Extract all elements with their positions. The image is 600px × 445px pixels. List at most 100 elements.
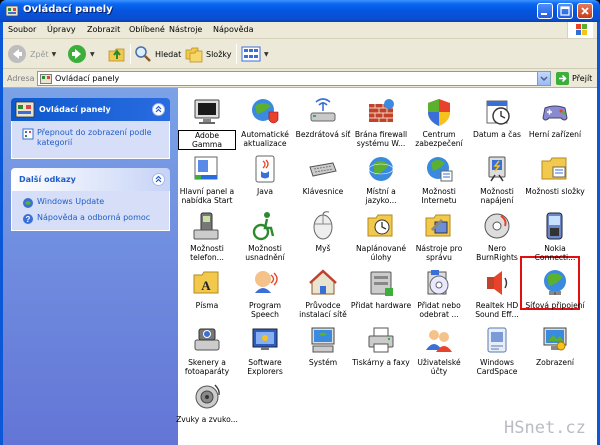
software-explorers-icon (249, 324, 281, 356)
control-panel-item[interactable]: Klávesnice (294, 153, 352, 211)
title-bar[interactable]: Ovládací panely (0, 0, 600, 22)
search-icon (135, 46, 151, 62)
control-panel-item[interactable]: Místní a jazyko... (352, 153, 410, 211)
search-button[interactable]: Hledat (134, 43, 181, 65)
control-panel-item-label: Možnosti usnadnění (245, 244, 285, 262)
control-panel-item[interactable]: Nástroje pro správu (410, 210, 468, 268)
control-panel-item-label: Síťová připojení (525, 301, 585, 310)
control-panel-item[interactable]: A Písma (178, 267, 236, 325)
control-panel-item-label: Myš (315, 244, 331, 253)
minimize-button[interactable] (537, 3, 553, 19)
up-folder-button[interactable] (107, 43, 127, 65)
double-chevron-up-icon (155, 105, 162, 113)
control-panel-item-label: Datum a čas (473, 130, 521, 139)
control-panel-item[interactable]: Skenery a fotoaparáty (178, 324, 236, 382)
svg-text:?: ? (26, 215, 31, 224)
address-field[interactable]: Ovládací panely (37, 71, 551, 86)
go-button[interactable]: Přejít (556, 71, 592, 86)
control-panel-item[interactable]: Herní zařízení (526, 96, 584, 154)
control-panel-item[interactable]: Hlavní panel a nabídka Start (178, 153, 236, 211)
help-support-label: Nápověda a odborná pomoc (37, 213, 151, 222)
control-panel-item-label: Skenery a fotoaparáty (184, 358, 230, 376)
control-panel-item-label: Nero BurnRights (476, 244, 518, 262)
maximize-button[interactable] (557, 3, 573, 19)
address-dropdown-button[interactable] (537, 72, 550, 85)
monitor-icon (191, 96, 223, 128)
control-panel-item[interactable]: Možnosti usnadnění (236, 210, 294, 268)
control-panel-item[interactable]: Bezdrátová síť (294, 96, 352, 154)
windows-flag-icon (576, 24, 587, 35)
back-dropdown-icon[interactable]: ▼ (52, 51, 57, 58)
control-panel-item[interactable]: Program Speech (236, 267, 294, 325)
control-panel-item[interactable]: Možnosti složky (525, 153, 585, 211)
collapse-button[interactable] (152, 103, 165, 116)
control-panel-item[interactable]: Síťová připojení (525, 267, 585, 325)
control-panel-item[interactable]: Nero BurnRights (468, 210, 526, 268)
search-label: Hledat (155, 49, 182, 59)
menu-zobrazit[interactable]: Zobrazit (87, 25, 120, 34)
control-panel-item[interactable]: Brána firewall systému W... (352, 96, 410, 154)
close-icon (581, 7, 589, 15)
control-panel-item[interactable]: Přidat nebo odebrat ... (410, 267, 468, 325)
control-panel-item[interactable]: Java (236, 153, 294, 211)
more-links-title: Další odkazy (19, 175, 76, 184)
task-pane: Ovládací panely Přepnout do zobrazení po… (3, 88, 178, 445)
control-panel-item[interactable]: Možnosti telefon... (178, 210, 236, 268)
menu-nastroje[interactable]: Nástroje (169, 25, 202, 34)
control-panel-item[interactable]: Přidat hardware (351, 267, 411, 325)
control-panel-item[interactable]: Automatické aktualizace (236, 96, 294, 154)
control-panel-item[interactable]: Možnosti napájení (468, 153, 526, 211)
control-panel-item[interactable]: Naplánované úlohy (352, 210, 410, 268)
scheduled-tasks-icon (365, 210, 397, 242)
back-label: Zpět (30, 49, 49, 59)
system-icon (307, 324, 339, 356)
collapse-button[interactable] (152, 173, 165, 186)
menu-soubor[interactable]: Soubor (8, 25, 36, 34)
menu-oblibene[interactable]: Oblíbené (129, 25, 165, 34)
switch-to-category-view-link[interactable]: Přepnout do zobrazení podle kategorií (22, 128, 172, 148)
control-panel-item[interactable]: Myš (294, 210, 352, 268)
control-panel-item[interactable]: Průvodce instalací sítě (294, 267, 352, 325)
accessibility-icon (249, 210, 281, 242)
control-panel-item[interactable]: Software Explorers (236, 324, 294, 382)
forward-button[interactable]: ▼ (67, 43, 95, 65)
control-panel-item[interactable]: Centrum zabezpečení (410, 96, 468, 154)
back-button[interactable]: Zpět ▼ (7, 43, 56, 65)
window-title: Ovládací panely (23, 4, 113, 15)
cardspace-icon (481, 324, 513, 356)
display-icon (539, 324, 571, 356)
control-panel-item[interactable]: Realtek HD Sound Eff... (468, 267, 526, 325)
control-panel-item[interactable]: Datum a čas (468, 96, 526, 154)
control-panel-item-label: Java (256, 187, 274, 196)
toolbar-separator (130, 44, 131, 64)
control-panel-item-label: Naplánované úlohy (355, 244, 406, 262)
control-panel-item[interactable]: Uživatelské účty (410, 324, 468, 382)
control-panel-item[interactable]: Nokia Connecti... (526, 210, 584, 268)
views-dropdown-icon[interactable]: ▼ (264, 51, 269, 58)
control-panel-items: Adobe Gamma Automatické aktualizace Bezdrá… (176, 88, 597, 445)
control-panel-large-icon (15, 101, 35, 118)
help-support-link[interactable]: ? Nápověda a odborná pomoc (22, 213, 150, 225)
folders-button[interactable]: Složky (185, 43, 231, 65)
svg-text:A: A (201, 278, 211, 293)
control-panel-item-label: Zvuky a zvuko... (176, 415, 238, 424)
address-label: Adresa (7, 74, 35, 83)
control-panel-item[interactable]: Možnosti Internetu (410, 153, 468, 211)
control-panel-item[interactable]: Adobe Gamma (178, 96, 236, 154)
control-panel-box-header[interactable]: Ovládací panely (11, 98, 170, 121)
menu-upravy[interactable]: Úpravy (47, 25, 76, 34)
printer-icon (365, 324, 397, 356)
control-panel-item[interactable]: Zobrazení (526, 324, 584, 382)
close-button[interactable] (577, 3, 593, 19)
more-links-box: Další odkazy Windows Update ? Nápověda a (11, 168, 170, 231)
control-panel-item[interactable]: Tiskárny a faxy (352, 324, 410, 382)
forward-dropdown-icon[interactable]: ▼ (90, 51, 95, 58)
windows-update-link[interactable]: Windows Update (22, 197, 104, 209)
more-links-box-header[interactable]: Další odkazy (11, 168, 170, 191)
menu-napoveda[interactable]: Nápověda (213, 25, 254, 34)
gamepad-icon (539, 96, 571, 128)
control-panel-item[interactable]: Zvuky a zvuko... (176, 381, 238, 439)
views-button[interactable]: ▼ (241, 43, 269, 65)
control-panel-item[interactable]: Windows CardSpace (468, 324, 526, 382)
control-panel-item[interactable]: Systém (294, 324, 352, 382)
